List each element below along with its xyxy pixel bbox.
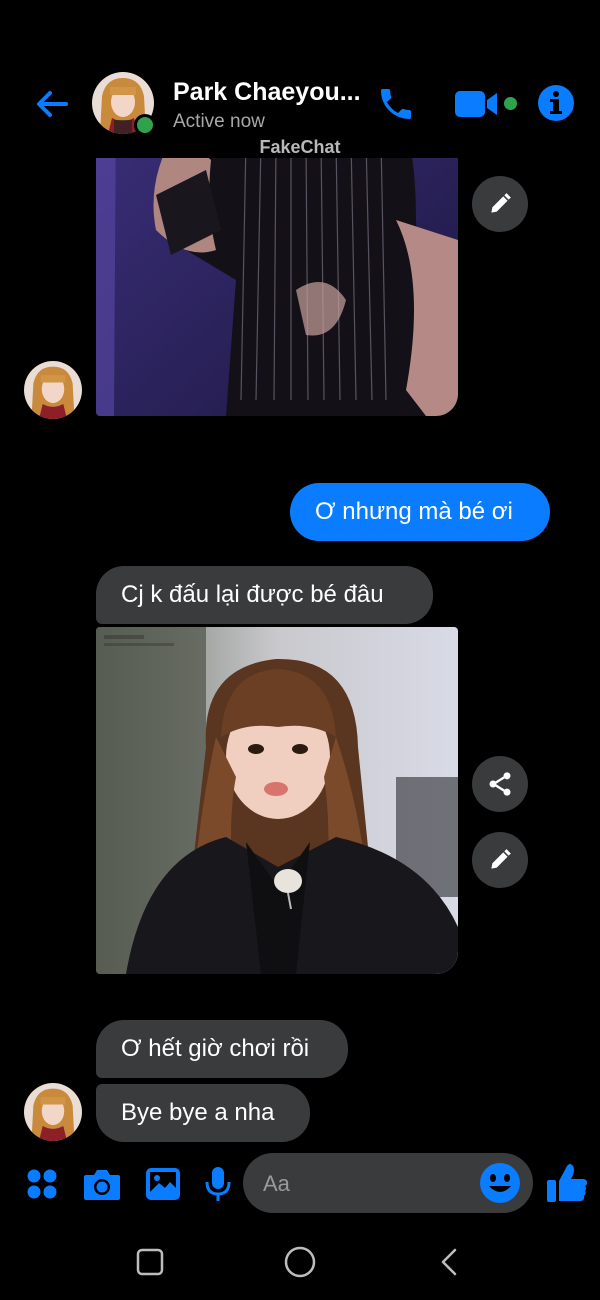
contact-name[interactable]: Park Chaeyou... <box>173 78 368 107</box>
app-watermark: FakeChat <box>259 137 341 157</box>
back-arrow-icon[interactable] <box>30 82 74 126</box>
sent-message-bubble[interactable]: Ơ nhưng mà bé ơi <box>290 483 550 541</box>
message-text: Bye bye a nha <box>121 1099 275 1126</box>
edit-image-button[interactable] <box>472 176 528 232</box>
video-active-dot <box>504 97 517 110</box>
message-input[interactable]: Aa <box>243 1153 533 1213</box>
recent-apps-icon[interactable] <box>128 1240 172 1284</box>
microphone-icon[interactable] <box>196 1162 240 1206</box>
message-text: Ơ hết giờ chơi rồi <box>121 1035 310 1062</box>
received-message-bubble[interactable]: Cj k đấu lại được bé đâu <box>96 566 433 624</box>
active-status: Active now <box>173 111 265 132</box>
camera-icon[interactable] <box>80 1162 124 1206</box>
message-text: Ơ nhưng mà bé ơi <box>315 498 513 525</box>
online-indicator <box>134 114 156 136</box>
image-gallery-icon[interactable] <box>141 1162 185 1206</box>
thumbs-up-icon[interactable] <box>544 1160 590 1206</box>
home-icon[interactable] <box>278 1240 322 1284</box>
chat-header: Park Chaeyou... Active now <box>0 0 600 158</box>
sender-avatar[interactable] <box>24 361 82 419</box>
contact-avatar[interactable] <box>92 72 156 136</box>
system-navigation-bar <box>0 1224 600 1300</box>
received-message-bubble[interactable]: Ơ hết giờ chơi rồi <box>96 1020 348 1078</box>
sender-avatar[interactable] <box>24 1083 82 1141</box>
received-message-bubble[interactable]: Bye bye a nha <box>96 1084 310 1142</box>
phone-icon[interactable] <box>374 82 418 126</box>
message-text: Cj k đấu lại được bé đâu <box>121 581 384 608</box>
emoji-icon[interactable] <box>479 1162 521 1204</box>
edit-image-button[interactable] <box>472 832 528 888</box>
video-camera-icon[interactable] <box>452 84 502 124</box>
share-image-button[interactable] <box>472 756 528 812</box>
message-input-placeholder: Aa <box>263 1171 290 1196</box>
image-message[interactable] <box>96 627 458 974</box>
info-icon[interactable] <box>535 82 577 124</box>
back-icon[interactable] <box>428 1240 472 1284</box>
apps-grid-icon[interactable] <box>20 1162 64 1206</box>
